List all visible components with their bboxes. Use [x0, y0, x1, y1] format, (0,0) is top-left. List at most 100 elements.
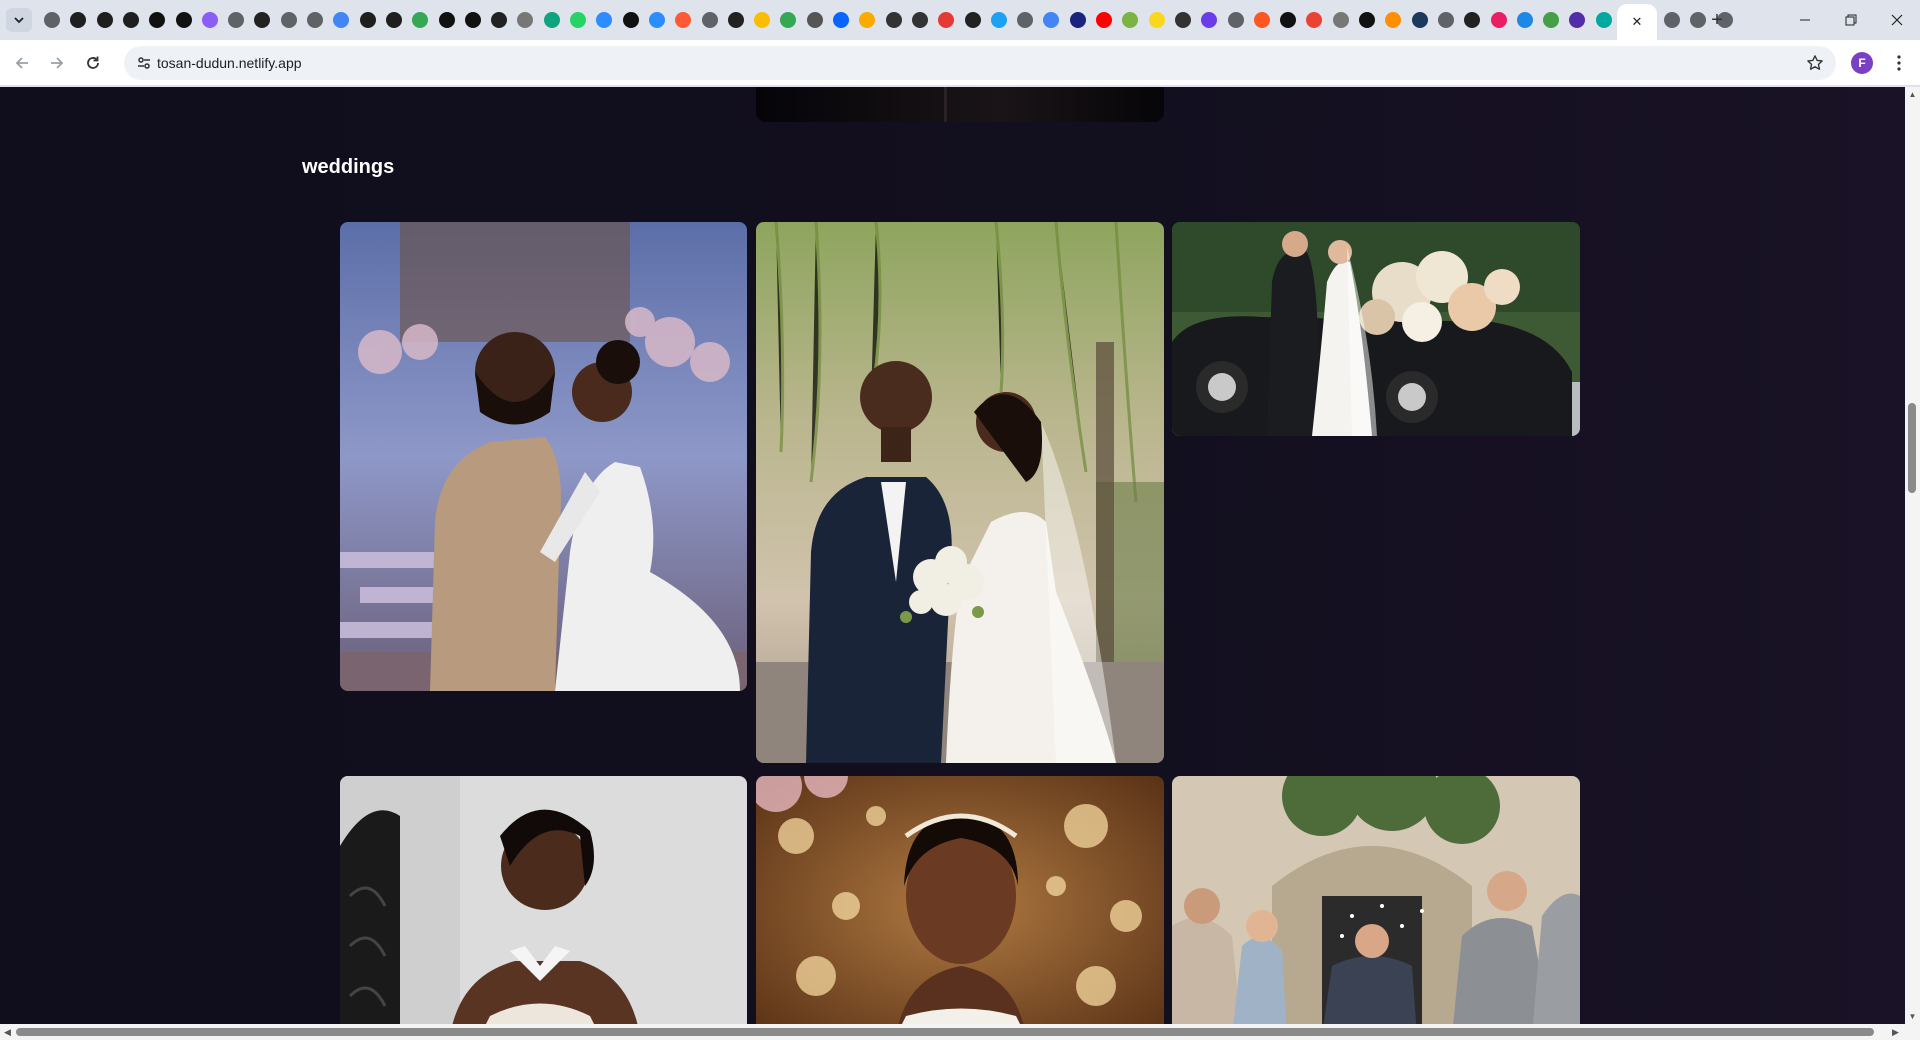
browser-tab[interactable] [145, 8, 169, 32]
browser-tab[interactable] [1066, 8, 1090, 32]
browser-tab[interactable] [1092, 8, 1116, 32]
browser-tab[interactable] [1276, 8, 1300, 32]
browser-tab[interactable] [540, 8, 564, 32]
browser-tab[interactable] [1171, 8, 1195, 32]
chevron-down-icon [14, 17, 24, 24]
github-icon [359, 12, 376, 28]
browser-tab[interactable] [93, 8, 117, 32]
close-window-button[interactable] [1870, 0, 1920, 40]
youtube-icon [1096, 12, 1112, 28]
browser-tab[interactable] [172, 8, 196, 32]
browser-tab[interactable] [1408, 8, 1432, 32]
active-browser-tab[interactable]: ✕ [1617, 4, 1657, 40]
url-text[interactable]: tosan-dudun.netlify.app [157, 55, 302, 71]
profile-avatar[interactable]: F [1851, 52, 1873, 74]
browser-tab[interactable] [619, 8, 643, 32]
browser-tab[interactable] [356, 8, 380, 32]
browser-tab[interactable] [1013, 8, 1037, 32]
browser-tab[interactable] [882, 8, 906, 32]
browser-tab[interactable] [1145, 8, 1169, 32]
browser-tab[interactable] [329, 8, 353, 32]
browser-tab[interactable] [803, 8, 827, 32]
browser-tab[interactable] [1565, 8, 1589, 32]
browser-tab[interactable] [66, 8, 90, 32]
browser-tab[interactable] [1250, 8, 1274, 32]
couple-reception-photo[interactable] [340, 222, 747, 691]
browser-tab[interactable] [855, 8, 879, 32]
browser-tab[interactable] [1302, 8, 1326, 32]
browser-tab[interactable] [1381, 8, 1405, 32]
mail-icon [1332, 12, 1349, 28]
address-bar[interactable]: tosan-dudun.netlify.app [124, 46, 1836, 80]
browser-tab[interactable] [750, 8, 774, 32]
scroll-down-arrow[interactable]: ▼ [1908, 1012, 1917, 1021]
browser-tab[interactable] [724, 8, 748, 32]
circle-icon [570, 12, 586, 28]
previous-section-photo[interactable] [756, 87, 1164, 122]
browser-tab[interactable] [40, 8, 64, 32]
scroll-right-arrow[interactable]: ▶ [1892, 1027, 1899, 1038]
browser-tab[interactable] [1039, 8, 1063, 32]
browser-tab[interactable] [198, 8, 222, 32]
browser-tab[interactable] [1513, 8, 1537, 32]
site-info-button[interactable] [132, 51, 156, 75]
browser-tab[interactable] [382, 8, 406, 32]
browser-tab[interactable] [776, 8, 800, 32]
tab-search-button[interactable] [6, 8, 32, 32]
couple-garden-photo[interactable] [756, 222, 1164, 763]
bride-portrait-staircase-image [340, 776, 747, 1024]
browser-tab[interactable] [1487, 8, 1511, 32]
couple-vintage-car-photo[interactable] [1172, 222, 1580, 436]
browser-tab[interactable] [1660, 8, 1684, 32]
browser-tab[interactable] [987, 8, 1011, 32]
scroll-left-arrow[interactable]: ◀ [4, 1027, 11, 1038]
back-button[interactable] [8, 49, 36, 77]
bride-portrait-staircase-photo[interactable] [340, 776, 747, 1024]
browser-tab[interactable] [1460, 8, 1484, 32]
browser-tab[interactable] [1118, 8, 1142, 32]
browser-tab[interactable] [908, 8, 932, 32]
browser-tab[interactable] [645, 8, 669, 32]
bookmark-button[interactable] [1804, 52, 1826, 74]
new-tab-button[interactable]: + [1705, 8, 1729, 32]
browser-tab[interactable] [934, 8, 958, 32]
browser-tab[interactable] [277, 8, 301, 32]
browser-tab[interactable] [1434, 8, 1458, 32]
browser-tab[interactable] [250, 8, 274, 32]
browser-tab[interactable] [461, 8, 485, 32]
scroll-up-arrow[interactable]: ▲ [1908, 90, 1917, 99]
browser-tab[interactable] [829, 8, 853, 32]
browser-tab[interactable] [671, 8, 695, 32]
vertical-scroll-thumb[interactable] [1908, 403, 1916, 493]
browser-tab[interactable] [566, 8, 590, 32]
browser-tab[interactable] [1329, 8, 1353, 32]
browser-tab[interactable] [119, 8, 143, 32]
browser-tab[interactable] [1224, 8, 1248, 32]
grid-icon [1543, 12, 1560, 28]
horizontal-scrollbar[interactable]: ◀ ▶ [0, 1024, 1905, 1040]
browser-tab[interactable] [961, 8, 985, 32]
vertical-scrollbar[interactable]: ▲ ▼ [1905, 87, 1920, 1024]
browser-tab[interactable] [1539, 8, 1563, 32]
browser-tab[interactable] [408, 8, 432, 32]
confetti-exit-photo[interactable] [1172, 776, 1580, 1024]
close-tab-icon[interactable]: ✕ [1632, 14, 1643, 30]
browser-tab[interactable] [1592, 8, 1616, 32]
reload-button[interactable] [79, 49, 107, 77]
forward-button[interactable] [43, 49, 71, 77]
browser-tab[interactable] [435, 8, 459, 32]
browser-tab[interactable] [303, 8, 327, 32]
browser-tab[interactable] [1197, 8, 1221, 32]
browser-menu-button[interactable] [1885, 49, 1913, 77]
browser-tab[interactable] [1355, 8, 1379, 32]
horizontal-scroll-thumb[interactable] [16, 1028, 1874, 1036]
browser-tab[interactable] [698, 8, 722, 32]
browser-tab[interactable] [592, 8, 616, 32]
bride-portrait-bokeh-photo[interactable] [756, 776, 1164, 1024]
browser-tab[interactable] [513, 8, 537, 32]
browser-tab[interactable] [487, 8, 511, 32]
globe-icon [1227, 12, 1244, 28]
browser-tab[interactable] [224, 8, 248, 32]
chrome-icon [1690, 12, 1707, 28]
x-icon [1280, 12, 1297, 28]
